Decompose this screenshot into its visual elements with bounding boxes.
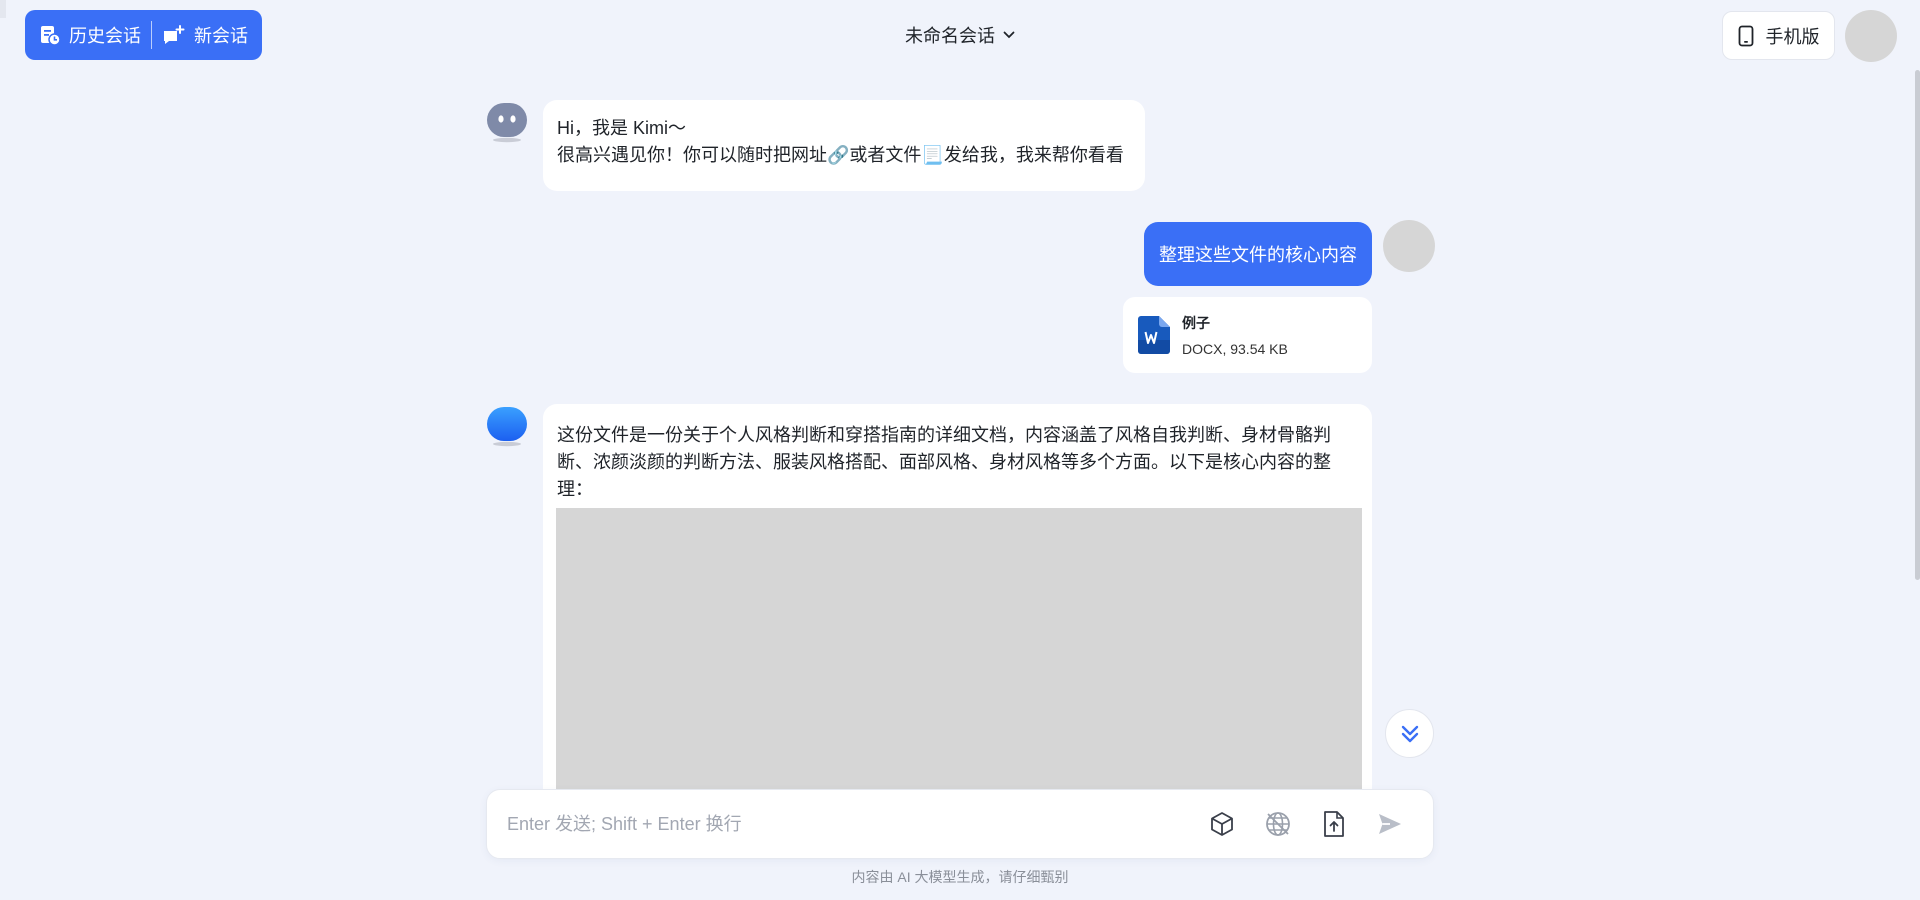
greeting-line-1: Hi，我是 Kimi～ — [557, 118, 686, 138]
chat-input[interactable] — [507, 813, 1207, 835]
kimi-reply-avatar-icon — [487, 407, 527, 447]
page-scrollbar[interactable] — [1915, 70, 1920, 580]
attachment-meta: DOCX, 93.54 KB — [1182, 341, 1288, 357]
new-chat-icon — [164, 25, 185, 44]
corner-mark — [0, 0, 6, 18]
upload-file-icon — [1324, 811, 1344, 837]
send-icon — [1379, 814, 1401, 834]
conversation-title-text: 未命名会话 — [905, 26, 995, 46]
mobile-version-button[interactable]: 手机版 — [1722, 11, 1835, 60]
footer-disclaimer: 内容由 AI 大模型生成，请仔细甄别 — [851, 869, 1069, 885]
web-search-toggle[interactable] — [1263, 809, 1293, 839]
cube-button[interactable] — [1207, 809, 1237, 839]
new-chat-label: 新会话 — [194, 26, 248, 46]
assistant-reply-text: 这份文件是一份关于个人风格判断和穿搭指南的详细文档，内容涵盖了风格自我判断、身材… — [557, 425, 1331, 499]
user-message: 整理这些文件的核心内容 — [1144, 222, 1372, 286]
double-chevron-down-icon — [1401, 725, 1418, 742]
globe-off-icon — [1266, 812, 1290, 836]
history-button[interactable]: 历史会话 — [35, 10, 145, 60]
new-chat-button[interactable]: 新会话 — [158, 10, 252, 60]
user-avatar — [1383, 220, 1435, 272]
reply-image-placeholder — [556, 508, 1362, 792]
history-icon — [41, 26, 61, 46]
conversation-title[interactable]: 未命名会话 — [905, 22, 1015, 48]
scroll-to-bottom-button[interactable] — [1385, 709, 1434, 758]
attachment-card[interactable]: 例子 DOCX, 93.54 KB — [1123, 297, 1372, 373]
attachment-name: 例子 — [1182, 315, 1210, 331]
history-label: 历史会话 — [69, 26, 141, 46]
chevron-down-icon — [1003, 31, 1015, 39]
user-profile-avatar[interactable] — [1845, 10, 1897, 62]
kimi-avatar-icon — [487, 103, 527, 143]
user-message-text: 整理这些文件的核心内容 — [1159, 245, 1357, 265]
greeting-line-2: 很高兴遇见你！你可以随时把网址🔗或者文件📃发给我，我来帮你看看 — [557, 145, 1124, 165]
word-document-icon — [1138, 316, 1170, 354]
phone-icon — [1738, 25, 1753, 46]
cube-icon — [1211, 812, 1233, 836]
upload-file-button[interactable] — [1319, 809, 1349, 839]
header-actions: 历史会话 新会话 — [25, 10, 262, 60]
send-button[interactable] — [1375, 809, 1405, 839]
attachment-info: 例子 DOCX, 93.54 KB — [1182, 313, 1288, 357]
input-tools — [1207, 809, 1405, 839]
header-divider — [151, 21, 152, 49]
mobile-version-label: 手机版 — [1765, 26, 1820, 47]
chat-input-area — [486, 789, 1434, 859]
greeting-message: Hi，我是 Kimi～ 很高兴遇见你！你可以随时把网址🔗或者文件📃发给我，我来帮… — [543, 100, 1145, 191]
